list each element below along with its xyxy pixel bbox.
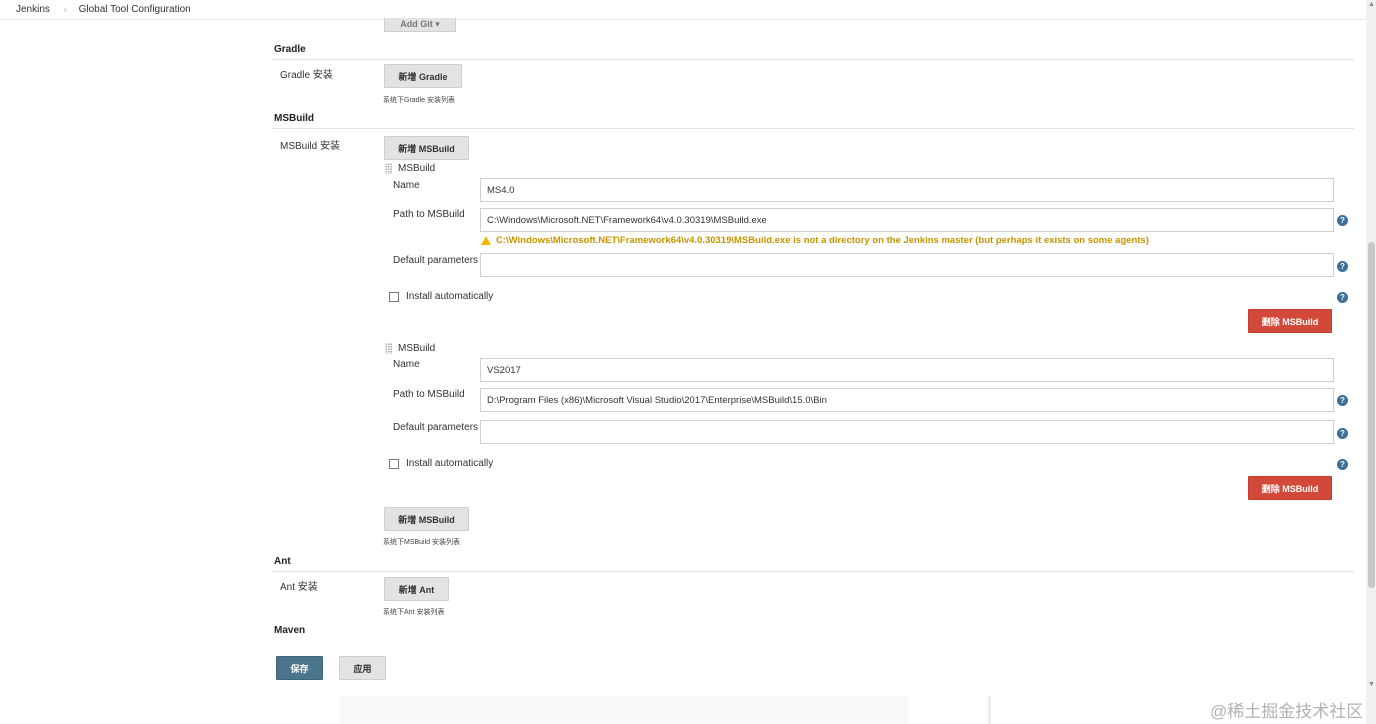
add-msbuild-button-bottom[interactable]: 新增 MSBuild xyxy=(384,507,469,531)
path-input[interactable]: D:\Program Files (x86)\Microsoft Visual … xyxy=(480,388,1334,412)
install-automatically-toggle[interactable]: Install automatically xyxy=(389,458,493,469)
gradle-install-label: Gradle 安装 xyxy=(280,70,333,81)
scroll-down-arrow-icon[interactable]: ▼ xyxy=(1367,680,1376,689)
help-icon[interactable]: ? xyxy=(1337,215,1348,226)
add-msbuild-button-top[interactable]: 新增 MSBuild xyxy=(384,136,469,160)
scroll-up-arrow-icon[interactable]: ▲ xyxy=(1367,0,1376,9)
grip-icon[interactable] xyxy=(385,163,392,174)
add-ant-button[interactable]: 新增 Ant xyxy=(384,577,449,601)
breadcrumb: Jenkins › Global Tool Configuration xyxy=(0,0,1366,20)
maven-section-title: Maven xyxy=(274,625,306,636)
ant-divider xyxy=(272,571,1354,572)
ant-section-title: Ant xyxy=(274,556,291,567)
scrollbar-thumb[interactable] xyxy=(1368,242,1375,588)
msbuild-section-title: MSBuild xyxy=(274,113,314,124)
breadcrumb-separator-icon: › xyxy=(63,5,67,14)
delete-msbuild-button[interactable]: 删除 MSBuild xyxy=(1248,476,1332,500)
apply-button[interactable]: 应用 xyxy=(339,656,386,680)
install-automatically-label: Install automatically xyxy=(406,458,494,469)
default-params-label: Default parameters xyxy=(393,422,479,433)
background-panel xyxy=(340,696,908,724)
msbuild-block-header[interactable]: MSBuild xyxy=(385,163,435,174)
breadcrumb-jenkins-link[interactable]: Jenkins xyxy=(16,4,50,15)
checkbox-icon[interactable] xyxy=(389,458,399,469)
help-icon[interactable]: ? xyxy=(1337,428,1348,439)
save-button[interactable]: 保存 xyxy=(276,656,323,680)
warning-icon xyxy=(481,236,491,245)
msbuild-block-title: MSBuild xyxy=(398,343,436,354)
watermark: @稀土掘金技术社区 xyxy=(1210,702,1364,721)
install-automatically-label: Install automatically xyxy=(406,291,494,302)
help-icon[interactable]: ? xyxy=(1337,292,1348,303)
grip-icon[interactable] xyxy=(385,343,392,354)
add-gradle-button[interactable]: 新增 Gradle xyxy=(384,64,462,88)
gradle-divider xyxy=(272,59,1354,60)
msbuild-block-header[interactable]: MSBuild xyxy=(385,343,435,354)
path-warning: C:\Windows\Microsoft.NET\Framework64\v4.… xyxy=(481,235,1149,246)
default-params-label: Default parameters xyxy=(393,255,479,266)
msbuild-divider xyxy=(272,128,1354,129)
add-git-button[interactable]: Add Git ▾ xyxy=(384,18,456,32)
ant-hint: 系统下Ant 安装列表 xyxy=(383,609,445,616)
msbuild-hint: 系统下MSBuild 安装列表 xyxy=(383,539,461,546)
checkbox-icon[interactable] xyxy=(389,291,399,302)
path-warning-text: C:\Windows\Microsoft.NET\Framework64\v4.… xyxy=(496,235,1149,246)
gradle-hint: 系统下Gradle 安装列表 xyxy=(383,97,455,104)
ant-install-label: Ant 安装 xyxy=(280,582,318,593)
gradle-section-title: Gradle xyxy=(274,44,306,55)
breadcrumb-current[interactable]: Global Tool Configuration xyxy=(79,4,191,15)
default-params-input[interactable] xyxy=(480,253,1334,277)
help-icon[interactable]: ? xyxy=(1337,261,1348,272)
help-icon[interactable]: ? xyxy=(1337,395,1348,406)
name-input[interactable]: VS2017 xyxy=(480,358,1334,382)
path-label: Path to MSBuild xyxy=(393,389,465,400)
path-label: Path to MSBuild xyxy=(393,209,465,220)
form-actions-bar xyxy=(262,640,1366,696)
install-automatically-toggle[interactable]: Install automatically xyxy=(389,291,493,302)
name-label: Name xyxy=(393,180,420,191)
delete-msbuild-button[interactable]: 删除 MSBuild xyxy=(1248,309,1332,333)
msbuild-block-title: MSBuild xyxy=(398,163,436,174)
help-icon[interactable]: ? xyxy=(1337,459,1348,470)
name-input[interactable]: MS4.0 xyxy=(480,178,1334,202)
default-params-input[interactable] xyxy=(480,420,1334,444)
name-label: Name xyxy=(393,359,420,370)
path-input[interactable]: C:\Windows\Microsoft.NET\Framework64\v4.… xyxy=(480,208,1334,232)
msbuild-install-label: MSBuild 安装 xyxy=(280,141,341,152)
background-divider xyxy=(988,696,991,724)
